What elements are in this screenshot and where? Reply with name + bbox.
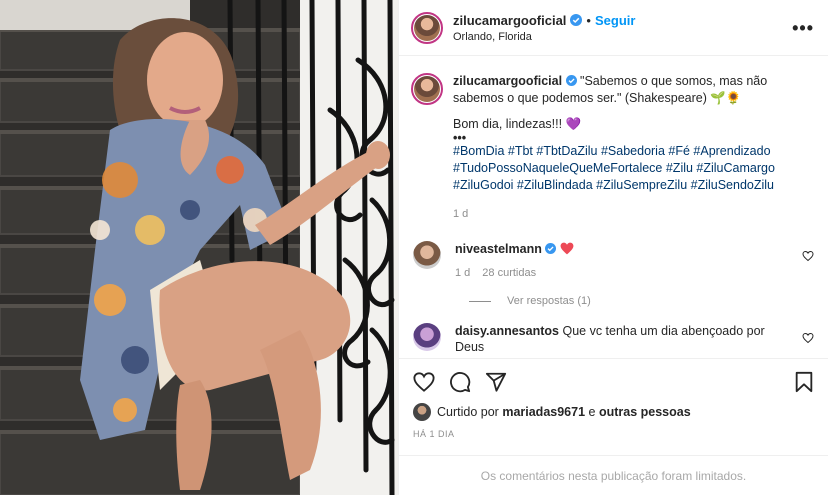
liked-by-suffix: e (588, 405, 596, 419)
separator-dot: • (586, 12, 591, 28)
author-avatar[interactable] (411, 11, 443, 44)
comment-likes[interactable]: 28 curtidas (482, 267, 536, 279)
comment-item: daisy.annesantos Que vc tenha um dia abe… (411, 323, 814, 355)
post-photo[interactable] (0, 0, 398, 495)
verified-badge-icon (545, 243, 557, 254)
commenter-username[interactable]: daisy.annesantos (455, 324, 559, 338)
person-figure (80, 18, 390, 490)
post-location[interactable]: Orlando, Florida (453, 31, 792, 43)
liker-avatar[interactable] (413, 403, 431, 421)
author-username[interactable]: zilucamargooficial (453, 13, 566, 28)
view-replies-label: Ver respostas (1) (507, 295, 591, 307)
liked-by-prefix: Curtido por (437, 405, 499, 419)
comment-age: 1 d (455, 267, 471, 279)
post-actions: Curtido por mariadas9671 e outras pessoa… (399, 358, 828, 439)
replies-line (469, 300, 491, 302)
comment-item: niveastelmann 1 d 28 curtidas (411, 241, 814, 279)
caption-author-avatar[interactable] (411, 73, 443, 105)
comments-section[interactable]: zilucamargooficial "Sabemos o que somos,… (399, 57, 828, 357)
comment-like-heart-icon[interactable] (802, 250, 814, 262)
verified-badge-icon (570, 14, 583, 26)
caption-dots: ••• (453, 131, 467, 145)
liked-by-user[interactable]: mariadas9671 (502, 405, 585, 419)
commenter-avatar[interactable] (413, 323, 441, 351)
post-details-panel: zilucamargooficial • Seguir Orlando, Flo… (398, 0, 828, 495)
follow-button[interactable]: Seguir (595, 13, 635, 28)
view-replies-button[interactable]: Ver respostas (1) (469, 295, 814, 307)
liked-by-others[interactable]: outras pessoas (599, 405, 691, 419)
comments-limited-notice: Os comentários nesta publicação foram li… (399, 455, 828, 495)
liked-by-summary: Curtido por mariadas9671 e outras pessoa… (413, 403, 814, 421)
caption-greeting: Bom dia, lindezas!!! 💜 (453, 117, 582, 131)
post-time[interactable]: HÁ 1 DIA (413, 429, 814, 439)
caption-hashtags[interactable]: #BomDia #Tbt #TbtDaZilu #Sabedoria #Fé #… (453, 143, 813, 194)
more-options-icon[interactable]: ••• (792, 19, 814, 37)
post-header: zilucamargooficial • Seguir Orlando, Flo… (399, 0, 828, 56)
verified-badge-icon (565, 75, 577, 86)
like-heart-icon[interactable] (413, 371, 435, 393)
post-caption: zilucamargooficial "Sabemos o que somos,… (411, 73, 814, 223)
comment-bubble-icon[interactable] (449, 371, 471, 393)
caption-username[interactable]: zilucamargooficial (453, 74, 562, 88)
commenter-username[interactable]: niveastelmann (455, 242, 542, 256)
share-paper-plane-icon[interactable] (485, 371, 507, 393)
save-bookmark-icon[interactable] (794, 371, 814, 393)
red-heart-emoji-icon (560, 242, 574, 255)
commenter-avatar[interactable] (413, 241, 441, 269)
caption-age: 1 d (453, 208, 469, 220)
comment-like-heart-icon[interactable] (802, 332, 814, 344)
